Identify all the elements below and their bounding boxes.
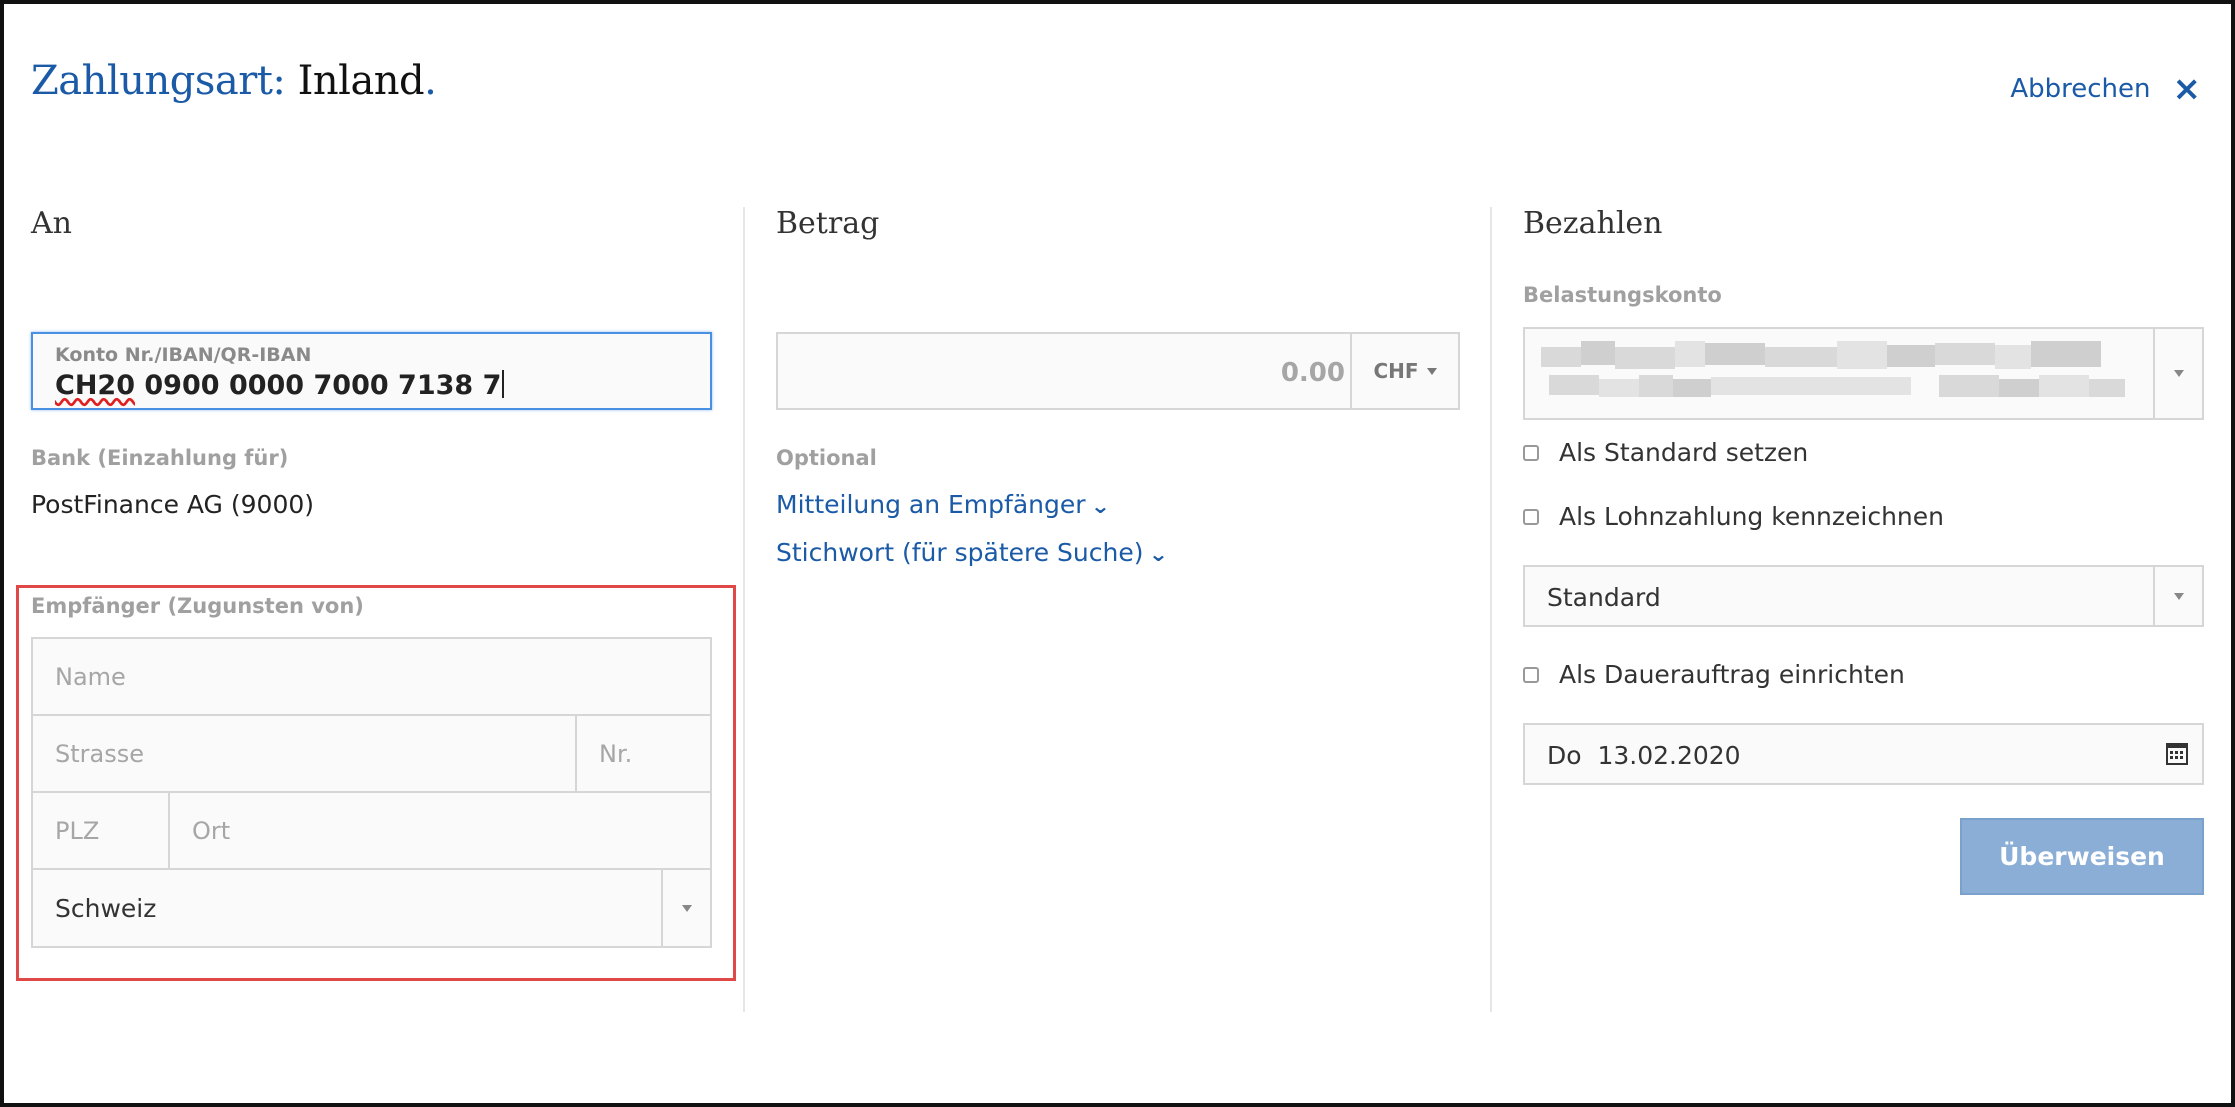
currency-value: CHF [1373,359,1419,383]
iban-label: Konto Nr./IBAN/QR-IBAN [55,344,312,366]
chevron-down-icon [2173,592,2184,600]
date-value: 13.02.2020 [1597,741,1741,770]
house-number-placeholder: Nr. [599,740,633,768]
salary-label: Als Lohnzahlung kennzeichnen [1559,502,1944,531]
plz-placeholder: PLZ [55,817,100,845]
set-default-label: Als Standard setzen [1559,438,1809,467]
city-input[interactable]: Ort [168,791,712,870]
page-title: Zahlungsart: Inland. [31,58,437,104]
chevron-down-icon: ⌄ [1089,494,1110,518]
name-placeholder: Name [55,663,126,691]
iban-value-prefix: CH20 [55,370,135,401]
cancel-label: Abbrechen [2010,74,2151,104]
iban-value[interactable]: CH20 0900 0000 7000 7138 7 [55,370,505,401]
recipient-label: Empfänger (Zugunsten von) [31,594,364,618]
priority-select[interactable]: Standard [1523,565,2204,627]
execution-date-value: Do 13.02.2020 [1547,741,1741,770]
bank-label: Bank (Einzahlung für) [31,446,289,470]
column-title-betrag: Betrag [776,206,880,241]
plz-input[interactable]: PLZ [31,791,170,870]
country-select[interactable]: Schweiz [31,868,712,948]
country-dropdown-button[interactable] [661,870,710,946]
title-label: Zahlungsart: [31,58,286,104]
debit-account-label: Belastungskonto [1523,283,1722,307]
execution-date-input[interactable]: Do 13.02.2020 [1523,723,2204,785]
transfer-button[interactable]: Überweisen [1960,818,2204,895]
iban-input[interactable]: Konto Nr./IBAN/QR-IBAN CH20 0900 0000 70… [31,332,712,410]
iban-value-rest: 0900 0000 7000 7138 7 [135,370,502,401]
cancel-button[interactable]: Abbrechen × [2010,72,2201,106]
close-icon[interactable]: × [2173,72,2202,106]
debit-account-select[interactable] [1523,327,2204,420]
city-placeholder: Ort [192,817,231,845]
column-title-bezahlen: Bezahlen [1523,206,1663,241]
priority-value: Standard [1547,583,1661,612]
calendar-icon[interactable] [2166,743,2188,765]
name-input[interactable]: Name [31,637,712,716]
chevron-down-icon [2173,370,2184,377]
amount-placeholder: 0.00 [1280,358,1345,388]
column-divider-2 [1490,207,1492,1012]
country-value: Schweiz [55,894,157,923]
date-weekday: Do [1547,741,1582,770]
amount-input[interactable]: 0.00 CHF [776,332,1460,410]
message-to-recipient-link[interactable]: Mitteilung an Empfänger ⌄ [776,490,1110,519]
text-caret [502,370,505,398]
keyword-link[interactable]: Stichwort (für spätere Suche) ⌄ [776,538,1168,567]
chevron-down-icon [1426,367,1437,375]
column-divider-1 [743,207,745,1012]
title-dot: . [424,58,437,104]
title-value: Inland [297,58,425,104]
optional-label: Optional [776,446,877,470]
salary-checkbox[interactable] [1523,508,1539,525]
standing-order-checkbox-row[interactable]: Als Dauerauftrag einrichten [1523,660,1905,689]
set-default-checkbox[interactable] [1523,444,1539,461]
street-input[interactable]: Strasse [31,714,577,793]
salary-checkbox-row[interactable]: Als Lohnzahlung kennzeichnen [1523,502,1944,531]
column-title-an: An [31,206,72,241]
standing-order-checkbox[interactable] [1523,666,1539,683]
house-number-input[interactable]: Nr. [575,714,712,793]
chevron-down-icon: ⌄ [1147,542,1168,566]
street-placeholder: Strasse [55,740,144,768]
priority-dropdown-button[interactable] [2153,567,2202,625]
bank-value: PostFinance AG (9000) [31,490,315,519]
currency-select[interactable]: CHF [1350,334,1458,408]
message-link-label: Mitteilung an Empfänger [776,490,1086,519]
keyword-link-label: Stichwort (für spätere Suche) [776,538,1144,567]
set-default-checkbox-row[interactable]: Als Standard setzen [1523,438,1808,467]
debit-account-dropdown-button[interactable] [2153,329,2202,418]
chevron-down-icon [681,904,692,912]
standing-order-label: Als Dauerauftrag einrichten [1559,660,1905,689]
